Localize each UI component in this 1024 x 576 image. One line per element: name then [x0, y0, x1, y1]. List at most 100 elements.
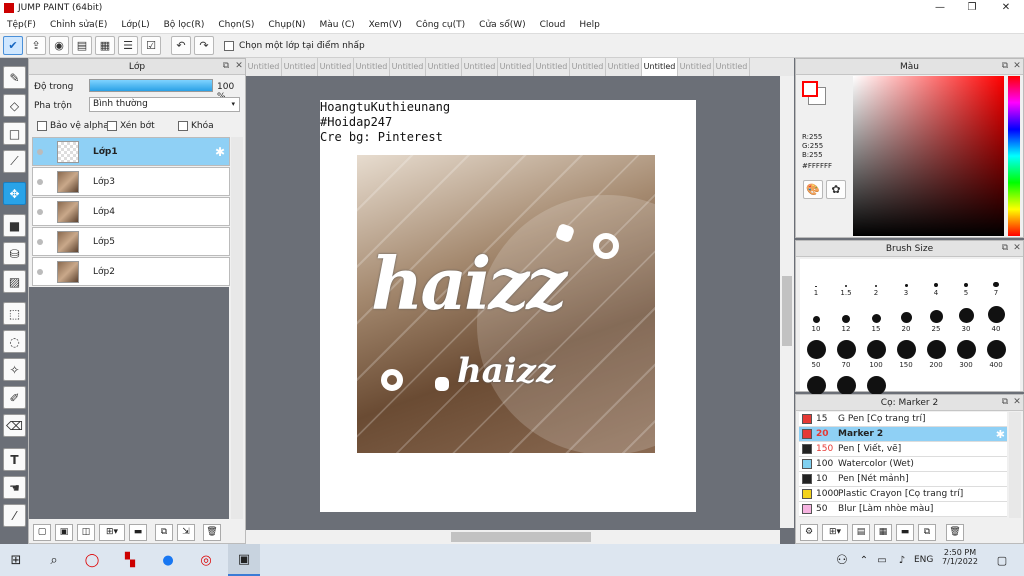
panel-close-icon[interactable]: ✕	[1012, 397, 1022, 407]
menu-layer[interactable]: Lớp(L)	[114, 20, 156, 30]
lasso-tool-icon[interactable]: ◌	[3, 330, 26, 353]
shape-tool-icon[interactable]: □	[3, 122, 26, 145]
brush-size-option[interactable]: 12	[831, 296, 861, 334]
brush-tool-icon[interactable]: ✎	[3, 66, 26, 89]
brush-size-option[interactable]: 40	[981, 296, 1011, 334]
add-brush-dropdown-icon[interactable]: ⊞▾	[822, 523, 848, 541]
brush-list-item-selected[interactable]: 20 Marker 2 ✱	[799, 427, 1007, 442]
hand-tool-icon[interactable]: ☚	[3, 476, 26, 499]
panel-float-icon[interactable]: ⧉	[1000, 61, 1010, 71]
brush-list-item[interactable]: 10 Pen [Nét mảnh]	[799, 472, 1007, 487]
blend-mode-select[interactable]: Bình thường ▾	[89, 97, 240, 112]
checklist-icon[interactable]: ☑	[141, 36, 161, 55]
brush-page-icon[interactable]: ▤	[852, 523, 870, 541]
brush-size-option[interactable]: 30	[951, 296, 981, 334]
panel-float-icon[interactable]: ⧉	[221, 61, 231, 71]
eraser-tool-icon[interactable]: ◇	[3, 94, 26, 117]
hue-slider[interactable]	[1008, 76, 1020, 236]
notification-icon[interactable]: ▢	[986, 544, 1018, 576]
layer-row[interactable]: Lớp3	[32, 167, 230, 196]
visibility-icon[interactable]	[37, 148, 43, 155]
line-tool-icon[interactable]: ⟋	[3, 150, 26, 173]
document-tab[interactable]: Untitled	[318, 58, 354, 76]
brush-document-icon[interactable]: ▦	[874, 523, 892, 541]
brush-settings-icon[interactable]: ⚙	[800, 523, 818, 541]
menu-edit[interactable]: Chỉnh sửa(E)	[43, 20, 114, 30]
visibility-icon[interactable]	[37, 178, 43, 185]
jump-paint-taskbar-icon[interactable]: ▣	[228, 544, 260, 576]
brush-size-option[interactable]: 25	[921, 296, 951, 334]
brush-list-item[interactable]: 50 Blur [Làm nhòe màu]	[799, 502, 1007, 517]
search-icon[interactable]: ⌕	[38, 544, 70, 576]
message-icon[interactable]: ▤	[72, 36, 92, 55]
input-language[interactable]: ENG	[914, 555, 933, 565]
opera-icon[interactable]: ◯	[76, 544, 108, 576]
panel-close-icon[interactable]: ✕	[1012, 61, 1022, 71]
brush-size-option[interactable]: 2	[861, 260, 891, 298]
canvas-horizontal-scrollbar[interactable]	[246, 530, 780, 544]
brush-list-item[interactable]: 1000 Plastic Crayon [Cọ trang trí]	[799, 487, 1007, 502]
menu-select[interactable]: Chọn(S)	[211, 20, 261, 30]
undo-icon[interactable]: ↶	[171, 36, 191, 55]
duplicate-brush-icon[interactable]: ⧉	[918, 523, 936, 541]
saturation-value-picker[interactable]	[853, 76, 1004, 236]
brush-list-item[interactable]: 150 Pen [ Viết, vẽ]	[799, 442, 1007, 457]
brush-size-option[interactable]: 4	[921, 260, 951, 298]
select-layer-checkbox[interactable]	[224, 40, 234, 51]
comment-icon[interactable]: ◉	[49, 36, 69, 55]
document-tab-active[interactable]: Untitled	[642, 58, 678, 76]
scrollbar-thumb[interactable]	[782, 276, 792, 346]
document-tab[interactable]: Untitled	[714, 58, 750, 76]
gear-icon[interactable]: ✱	[215, 145, 225, 159]
opacity-slider[interactable]	[89, 79, 213, 92]
layer-row[interactable]: Lớp1 ✱	[32, 137, 230, 166]
canvas-vertical-scrollbar[interactable]	[780, 76, 794, 528]
brush-list-item[interactable]: 15 G Pen [Cọ trang trí]	[799, 412, 1007, 427]
document-tab[interactable]: Untitled	[498, 58, 534, 76]
fill-rect-tool-icon[interactable]: ■	[3, 214, 26, 237]
list-icon[interactable]: ☰	[118, 36, 138, 55]
new-raster-icon[interactable]: ▣	[55, 523, 73, 541]
document-tab[interactable]: Untitled	[390, 58, 426, 76]
brush-size-option[interactable]: 300	[951, 332, 981, 370]
document-tab[interactable]: Untitled	[534, 58, 570, 76]
palette-icon[interactable]: 🎨	[803, 180, 823, 199]
brush-size-option[interactable]: 150	[891, 332, 921, 370]
app-grid-icon[interactable]: ▚	[114, 544, 146, 576]
new-vector-icon[interactable]: ◫	[77, 523, 95, 541]
brush-size-option[interactable]: 400	[981, 332, 1011, 370]
move-tool-icon[interactable]: ✥	[3, 182, 26, 205]
brush-size-option[interactable]: 100	[861, 332, 891, 370]
brush-size-option[interactable]: 20	[891, 296, 921, 334]
menu-view[interactable]: Xem(V)	[362, 20, 409, 30]
menu-capture[interactable]: Chụp(N)	[261, 20, 312, 30]
panel-float-icon[interactable]: ⧉	[1000, 397, 1010, 407]
trash-icon[interactable]: 🗑	[946, 523, 964, 541]
clock[interactable]: 2:50 PM 7/1/2022	[942, 548, 978, 566]
menu-filter[interactable]: Bộ lọc(R)	[157, 20, 212, 30]
menu-window[interactable]: Cửa sổ(W)	[472, 20, 532, 30]
menu-cloud[interactable]: Cloud	[533, 20, 573, 30]
brush-size-option[interactable]: 1	[801, 260, 831, 298]
drawing-canvas[interactable]: HoangtuKuthieunang #Hoidap247 Cre bg: Pi…	[320, 100, 696, 512]
zalo-icon[interactable]: ●	[152, 544, 184, 576]
document-tab[interactable]: Untitled	[462, 58, 498, 76]
panel-close-icon[interactable]: ✕	[234, 61, 244, 71]
menu-color[interactable]: Màu (C)	[313, 20, 362, 30]
brush-size-option[interactable]: 70	[831, 332, 861, 370]
rect-select-tool-icon[interactable]: ⬚	[3, 302, 26, 325]
document-icon[interactable]: ▦	[95, 36, 115, 55]
new-layer-icon[interactable]: ▢	[33, 523, 51, 541]
brush-size-option[interactable]: 7	[981, 260, 1011, 298]
gear-icon[interactable]: ✱	[996, 428, 1005, 441]
brush-size-option[interactable]: 5	[951, 260, 981, 298]
brush-list-scrollbar[interactable]	[1009, 412, 1021, 518]
layer-row[interactable]: Lớp2	[32, 257, 230, 286]
document-tab[interactable]: Untitled	[282, 58, 318, 76]
brush-list-item[interactable]: 100 Watercolor (Wet)	[799, 457, 1007, 472]
redo-icon[interactable]: ↷	[194, 36, 214, 55]
document-tab[interactable]: Untitled	[606, 58, 642, 76]
protect-alpha-checkbox[interactable]	[37, 121, 47, 131]
layer-row[interactable]: Lớp4	[32, 197, 230, 226]
magic-wand-tool-icon[interactable]: ✧	[3, 358, 26, 381]
